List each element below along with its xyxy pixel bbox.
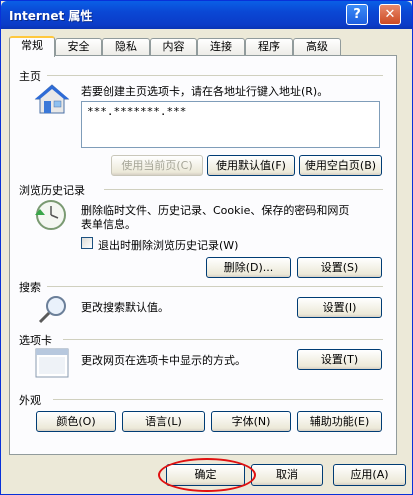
fonts-button[interactable]: 字体(N) [211, 411, 291, 432]
apply-button[interactable]: 应用(A) [333, 464, 406, 486]
appearance-section-title: 外观 [19, 394, 41, 407]
appearance-divider [53, 399, 383, 400]
home-icon [34, 84, 70, 114]
search-description: 更改搜索默认值。 [81, 301, 169, 314]
tabs-description: 更改网页在选项卡中显示的方式。 [81, 354, 246, 367]
delete-history-button[interactable]: 删除(D)... [206, 257, 291, 278]
window-title: Internet 属性 [9, 9, 93, 23]
languages-button[interactable]: 语言(L) [122, 411, 205, 432]
homepage-url-input[interactable]: ***.*******.*** [81, 101, 380, 148]
use-blank-button[interactable]: 使用空白页(B) [299, 155, 382, 176]
magnifier-icon [38, 296, 66, 324]
tab-general[interactable]: 常规 [9, 36, 55, 57]
use-default-button[interactable]: 使用默认值(F) [207, 155, 295, 176]
history-clock-icon [35, 200, 66, 230]
search-divider [47, 286, 383, 287]
accessibility-button[interactable]: 辅助功能(E) [297, 411, 382, 432]
delete-on-exit-label: 退出时删除浏览历史记录(W) [98, 239, 239, 252]
history-settings-button[interactable]: 设置(S) [297, 257, 382, 278]
use-current-button[interactable]: 使用当前页(C) [111, 155, 203, 176]
tab-advanced[interactable]: 高级 [293, 38, 341, 56]
close-button[interactable]: ✕ [379, 4, 401, 25]
tabs-settings-button[interactable]: 设置(T) [297, 349, 382, 370]
delete-on-exit-checkbox[interactable] [81, 237, 93, 249]
history-description-line2: 表单信息。 [81, 218, 136, 231]
homepage-divider [47, 75, 383, 76]
tabs-divider [63, 339, 383, 340]
tab-security[interactable]: 安全 [55, 38, 102, 56]
colors-button[interactable]: 颜色(O) [36, 411, 116, 432]
help-button[interactable]: ? [346, 4, 368, 25]
title-bar[interactable]: Internet 属性 ? ✕ [1, 1, 412, 29]
homepage-url-value: ***.*******.*** [87, 105, 187, 118]
tab-content[interactable]: 内容 [150, 38, 197, 56]
cancel-button[interactable]: 取消 [251, 464, 323, 486]
history-section-title: 浏览历史记录 [19, 184, 85, 197]
search-settings-button[interactable]: 设置(I) [297, 297, 382, 318]
annotation-circle [158, 458, 256, 492]
dialog-window: Internet 属性 ? ✕ 常规 安全 隐私 内容 连接 程序 高级 主页 … [0, 0, 413, 495]
tab-privacy[interactable]: 隐私 [102, 38, 150, 56]
homepage-section-title: 主页 [19, 70, 41, 83]
homepage-description: 若要创建主页选项卡，请在各地址行键入地址(R)。 [81, 85, 329, 98]
tabs-window-icon [35, 348, 69, 378]
history-divider [104, 189, 383, 190]
tab-connections[interactable]: 连接 [197, 38, 245, 56]
tab-programs[interactable]: 程序 [245, 38, 293, 56]
